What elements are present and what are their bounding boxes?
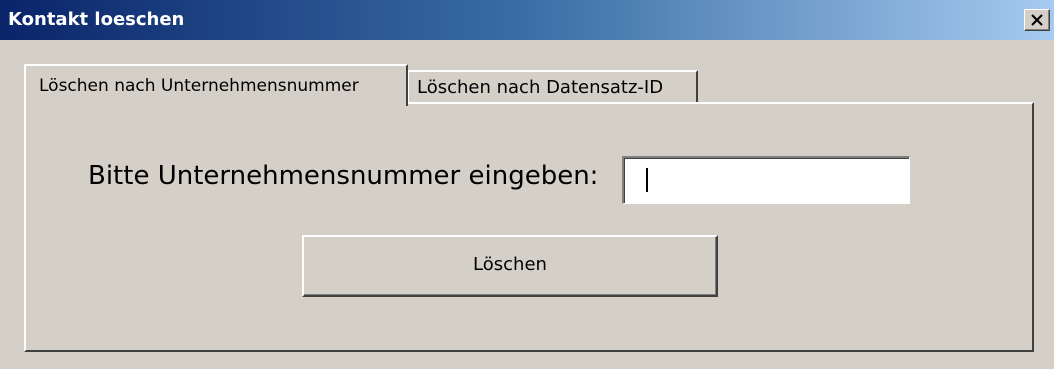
text-cursor — [646, 168, 648, 192]
tab-label: Löschen nach Unternehmensnummer — [39, 76, 359, 96]
tab-delete-by-company-number[interactable]: Löschen nach Unternehmensnummer — [24, 64, 408, 106]
company-number-label: Bitte Unternehmensnummer eingeben: — [88, 161, 599, 191]
company-number-input[interactable] — [622, 156, 910, 204]
tab-delete-by-record-id[interactable]: Löschen nach Datensatz-ID — [407, 70, 698, 103]
close-icon — [1031, 14, 1043, 26]
window-title: Kontakt loeschen — [8, 9, 185, 30]
tab-panel: Bitte Unternehmensnummer eingeben: Lösch… — [24, 102, 1034, 352]
close-button[interactable] — [1024, 9, 1050, 31]
tab-label: Löschen nach Datensatz-ID — [417, 77, 664, 98]
delete-button[interactable]: Löschen — [302, 235, 718, 297]
title-bar: Kontakt loeschen — [0, 0, 1054, 40]
